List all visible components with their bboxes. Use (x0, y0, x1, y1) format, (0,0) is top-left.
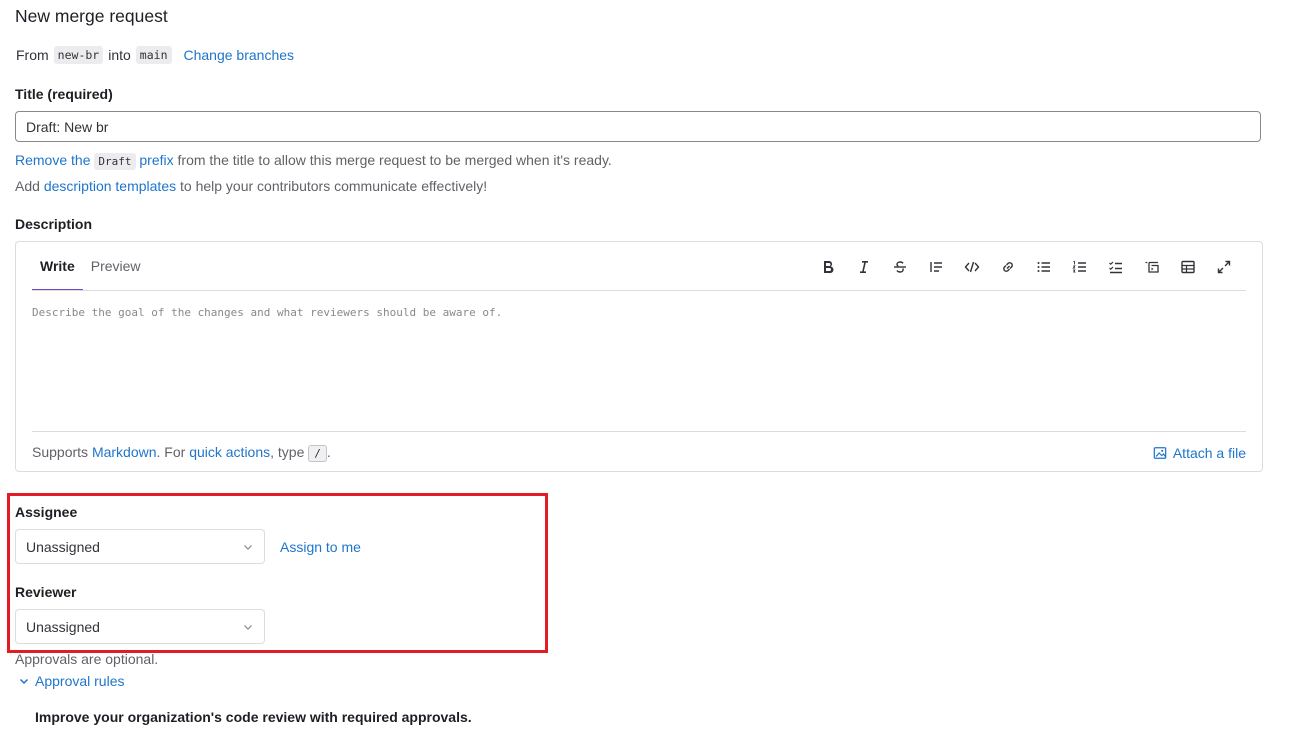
from-label: From (16, 47, 49, 63)
assignee-value: Unassigned (26, 538, 100, 555)
footer-divider (32, 431, 1246, 432)
source-branch: new-br (53, 46, 104, 64)
change-branches-link[interactable]: Change branches (184, 47, 295, 63)
reviewer-dropdown[interactable]: Unassigned (15, 609, 265, 644)
image-icon (1153, 447, 1167, 459)
remove-draft-link[interactable]: Remove the Draft prefix (15, 152, 174, 170)
numbered-list-icon[interactable] (1062, 254, 1098, 280)
approvals-optional-text: Approvals are optional. (15, 651, 159, 667)
chevron-down-icon (19, 678, 29, 685)
reviewer-value: Unassigned (26, 618, 100, 635)
quick-actions-link[interactable]: quick actions (189, 444, 270, 460)
editor-tabs: Write Preview (32, 242, 149, 291)
editor-divider (32, 290, 1246, 291)
description-label: Description (15, 216, 93, 232)
chevron-down-icon (244, 544, 252, 550)
italic-icon[interactable] (846, 254, 882, 280)
templates-help: Add description templates to help your c… (15, 178, 488, 194)
bulleted-list-icon[interactable] (1026, 254, 1062, 280)
reviewer-label: Reviewer (15, 584, 77, 600)
into-label: into (108, 47, 131, 63)
assign-to-me-link[interactable]: Assign to me (280, 539, 361, 555)
quote-icon[interactable] (918, 254, 954, 280)
draft-help-text: from the title to allow this merge reque… (177, 152, 612, 168)
assignee-dropdown[interactable]: Unassigned (15, 529, 265, 564)
improve-approvals-text: Improve your organization's code review … (35, 709, 472, 725)
target-branch: main (135, 46, 172, 64)
chevron-down-icon (244, 624, 252, 630)
description-templates-link[interactable]: description templates (44, 178, 176, 194)
branch-line: From new-br into main Change branches (16, 46, 294, 64)
markdown-link[interactable]: Markdown (92, 444, 157, 460)
slash-code: / (308, 445, 327, 462)
assignee-label: Assignee (15, 504, 78, 520)
approval-rules-label: Approval rules (35, 673, 125, 689)
draft-help: Remove the Draft prefix from the title t… (15, 152, 612, 170)
description-editor: Write Preview Describe the goal of the c… (15, 241, 1263, 472)
code-icon[interactable] (954, 254, 990, 280)
strikethrough-icon[interactable] (882, 254, 918, 280)
title-label: Title (required) (15, 86, 113, 102)
table-icon[interactable] (1170, 254, 1206, 280)
bold-icon[interactable] (810, 254, 846, 280)
tab-write[interactable]: Write (32, 242, 83, 291)
draft-code: Draft (94, 153, 136, 170)
description-textarea[interactable] (32, 300, 1246, 430)
approval-rules-toggle[interactable]: Approval rules (18, 673, 125, 689)
fullscreen-icon[interactable] (1206, 254, 1242, 280)
tab-preview[interactable]: Preview (83, 242, 149, 291)
collapsible-section-icon[interactable] (1134, 254, 1170, 280)
attach-file-button[interactable]: Attach a file (1153, 445, 1246, 461)
editor-toolbar (810, 254, 1242, 280)
attach-file-label: Attach a file (1172, 445, 1246, 461)
markdown-help: Supports Markdown. For quick actions, ty… (32, 444, 331, 462)
title-input[interactable] (15, 111, 1261, 142)
page-title: New merge request (15, 6, 168, 26)
task-list-icon[interactable] (1098, 254, 1134, 280)
link-icon[interactable] (990, 254, 1026, 280)
